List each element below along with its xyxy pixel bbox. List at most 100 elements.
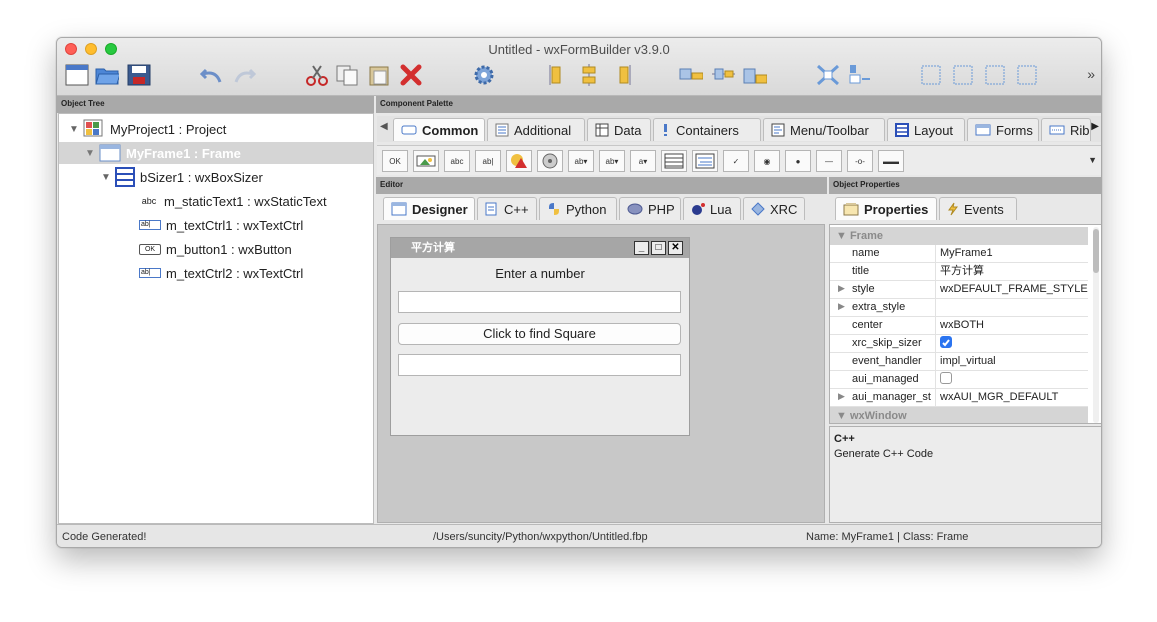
- tab-common[interactable]: Common: [393, 118, 485, 141]
- tab-ribbon[interactable]: Rib: [1041, 118, 1091, 141]
- property-value[interactable]: wxAUI_MGR_DEFAULT: [940, 389, 1088, 407]
- property-value[interactable]: [940, 371, 1088, 389]
- stretch-icon[interactable]: [847, 63, 871, 87]
- align-top-icon[interactable]: [679, 63, 703, 87]
- palette-list-ctrl-icon[interactable]: [661, 150, 687, 172]
- collapse-arrow-icon[interactable]: ▼: [85, 148, 99, 159]
- save-project-icon[interactable]: [127, 63, 151, 87]
- property-value[interactable]: wxBOTH: [940, 317, 1088, 335]
- tab-cpp[interactable]: C++: [477, 197, 537, 220]
- tab-additional[interactable]: Additional: [487, 118, 585, 141]
- redo-icon[interactable]: [232, 63, 256, 87]
- border-right-icon[interactable]: [951, 63, 975, 87]
- scrollbar-thumb[interactable]: [1093, 229, 1099, 273]
- open-project-icon[interactable]: [95, 63, 119, 87]
- tab-events[interactable]: Events: [939, 197, 1017, 220]
- generate-code-icon[interactable]: [472, 63, 496, 87]
- align-right-icon[interactable]: [609, 63, 633, 87]
- tab-scroll-left-icon[interactable]: ◀: [380, 121, 388, 132]
- property-row[interactable]: center wxBOTH: [830, 317, 1088, 335]
- palette-button-icon[interactable]: OK: [382, 150, 408, 172]
- property-value[interactable]: MyFrame1: [940, 245, 1088, 263]
- property-row[interactable]: ▶ style wxDEFAULT_FRAME_STYLE: [830, 281, 1088, 299]
- property-category-frame[interactable]: ▼ Frame: [830, 227, 1088, 245]
- tab-scroll-right-icon[interactable]: ▶: [1091, 121, 1099, 132]
- property-row[interactable]: event_handler impl_virtual: [830, 353, 1088, 371]
- palette-radio-button-icon[interactable]: ◉: [754, 150, 780, 172]
- property-grid-scrollbar[interactable]: [1093, 227, 1099, 423]
- tree-item-button[interactable]: OK m_button1 : wxButton: [139, 238, 371, 260]
- aui-managed-checkbox[interactable]: [940, 372, 952, 385]
- tab-lua[interactable]: Lua: [683, 197, 741, 220]
- property-row[interactable]: ▶ extra_style: [830, 299, 1088, 317]
- property-value[interactable]: wxDEFAULT_FRAME_STYLE: [940, 281, 1088, 299]
- palette-dropdown-icon[interactable]: ▼: [1088, 155, 1097, 165]
- tab-containers[interactable]: Containers: [653, 118, 761, 141]
- palette-gauge-icon[interactable]: ▬▬: [878, 150, 904, 172]
- palette-tree-ctrl-icon[interactable]: [692, 150, 718, 172]
- tab-data[interactable]: Data: [587, 118, 651, 141]
- palette-bitmap-icon[interactable]: [506, 150, 532, 172]
- palette-static-line-icon[interactable]: —: [816, 150, 842, 172]
- palette-checkbox-icon[interactable]: ✓: [723, 150, 749, 172]
- delete-icon[interactable]: [399, 63, 423, 87]
- undo-icon[interactable]: [200, 63, 224, 87]
- align-center-icon[interactable]: [577, 63, 601, 87]
- tree-item-static-text[interactable]: abc m_staticText1 : wxStaticText: [139, 190, 371, 212]
- border-top-icon[interactable]: [983, 63, 1007, 87]
- tab-forms[interactable]: Forms: [967, 118, 1039, 141]
- align-middle-icon[interactable]: [711, 63, 735, 87]
- property-value[interactable]: [940, 299, 1088, 317]
- preview-static-text[interactable]: Enter a number: [391, 266, 689, 281]
- preview-button[interactable]: Click to find Square: [398, 323, 681, 345]
- xrc-skip-sizer-checkbox[interactable]: [940, 336, 952, 349]
- collapse-arrow-icon[interactable]: ▼: [101, 172, 115, 183]
- property-row[interactable]: xrc_skip_sizer: [830, 335, 1088, 353]
- palette-choice-icon[interactable]: ab▾: [599, 150, 625, 172]
- palette-radio-icon[interactable]: ●: [785, 150, 811, 172]
- tab-properties[interactable]: Properties: [835, 197, 937, 220]
- expand-arrow-icon[interactable]: ▶: [838, 391, 845, 402]
- property-row[interactable]: title 平方计算: [830, 263, 1088, 281]
- toolbar-overflow-button[interactable]: »: [1087, 66, 1095, 82]
- palette-slider-icon[interactable]: -o-: [847, 150, 873, 172]
- palette-list-box-icon[interactable]: a▾: [630, 150, 656, 172]
- palette-text-ctrl-icon[interactable]: ab|: [475, 150, 501, 172]
- preview-text-ctrl-1[interactable]: [398, 291, 681, 313]
- tab-designer[interactable]: Designer: [383, 197, 475, 220]
- paste-icon[interactable]: [367, 63, 391, 87]
- expand-icon[interactable]: [815, 63, 839, 87]
- tab-xrc[interactable]: XRC: [743, 197, 805, 220]
- property-value[interactable]: [940, 335, 1088, 353]
- align-bottom-icon[interactable]: [743, 63, 767, 87]
- property-value[interactable]: 平方计算: [940, 263, 1088, 281]
- cut-icon[interactable]: [305, 63, 329, 87]
- align-left-icon[interactable]: [547, 63, 571, 87]
- expand-arrow-icon[interactable]: ▶: [838, 301, 845, 312]
- tree-item-text-ctrl-2[interactable]: ab| m_textCtrl2 : wxTextCtrl: [139, 262, 371, 284]
- tab-python[interactable]: Python: [539, 197, 617, 220]
- property-row[interactable]: aui_managed: [830, 371, 1088, 389]
- border-bottom-icon[interactable]: [1015, 63, 1039, 87]
- property-row[interactable]: ▶ aui_manager_st wxAUI_MGR_DEFAULT: [830, 389, 1088, 407]
- tab-menu-toolbar[interactable]: Menu/Toolbar: [763, 118, 885, 141]
- designer-canvas[interactable]: 平方计算 _ □ ✕ Enter a number Click to find …: [377, 224, 825, 523]
- tab-php[interactable]: PHP: [619, 197, 681, 220]
- property-category-wxwindow[interactable]: ▼ wxWindow: [830, 407, 1088, 423]
- tab-layout[interactable]: Layout: [887, 118, 965, 141]
- preview-text-ctrl-2[interactable]: [398, 354, 681, 376]
- tree-item-text-ctrl-1[interactable]: ab| m_textCtrl1 : wxTextCtrl: [139, 214, 371, 236]
- tree-item-sizer[interactable]: ▼ bSizer1 : wxBoxSizer: [101, 166, 371, 188]
- palette-static-text-icon[interactable]: abc: [444, 150, 470, 172]
- tree-item-project[interactable]: ▼ MyProject1 : Project: [69, 118, 369, 140]
- tree-item-frame[interactable]: ▼ MyFrame1 : Frame: [59, 142, 373, 164]
- new-project-icon[interactable]: [65, 63, 89, 87]
- palette-animation-icon[interactable]: [537, 150, 563, 172]
- property-row[interactable]: name MyFrame1: [830, 245, 1088, 263]
- expand-arrow-icon[interactable]: ▶: [838, 283, 845, 294]
- property-value[interactable]: impl_virtual: [940, 353, 1088, 371]
- palette-combo-box-icon[interactable]: ab▾: [568, 150, 594, 172]
- border-left-icon[interactable]: [919, 63, 943, 87]
- frame-preview[interactable]: 平方计算 _ □ ✕ Enter a number Click to find …: [390, 237, 690, 436]
- palette-bitmap-button-icon[interactable]: [413, 150, 439, 172]
